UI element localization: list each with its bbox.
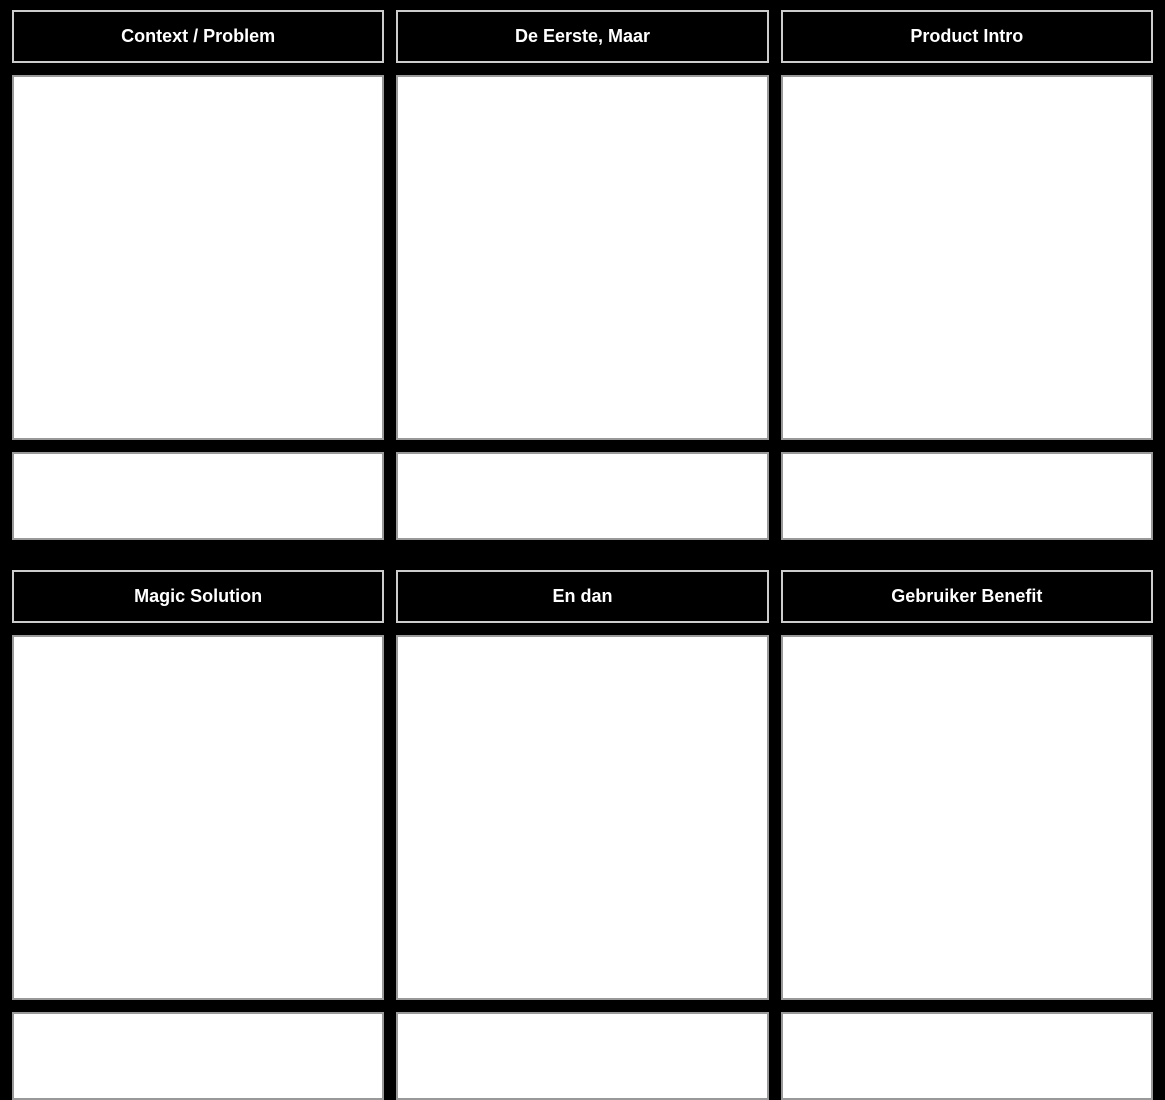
storyboard-cell-2-3: Gebruiker Benefit xyxy=(781,570,1153,1100)
cell-title: Product Intro xyxy=(781,10,1153,63)
cell-caption-placeholder xyxy=(396,452,768,540)
cell-image-placeholder xyxy=(12,75,384,440)
cell-image-placeholder xyxy=(781,635,1153,1000)
cell-title: De Eerste, Maar xyxy=(396,10,768,63)
cell-image-placeholder xyxy=(12,635,384,1000)
cell-title: Context / Problem xyxy=(12,10,384,63)
storyboard-cell-1-3: Product Intro xyxy=(781,10,1153,540)
cell-title: Magic Solution xyxy=(12,570,384,623)
storyboard-grid: Context / Problem De Eerste, Maar Produc… xyxy=(12,10,1153,1100)
cell-image-placeholder xyxy=(396,75,768,440)
cell-title: En dan xyxy=(396,570,768,623)
storyboard-cell-1-2: De Eerste, Maar xyxy=(396,10,768,540)
cell-caption-placeholder xyxy=(781,452,1153,540)
cell-image-placeholder xyxy=(396,635,768,1000)
cell-title: Gebruiker Benefit xyxy=(781,570,1153,623)
storyboard-cell-1-1: Context / Problem xyxy=(12,10,384,540)
cell-caption-placeholder xyxy=(12,452,384,540)
storyboard-cell-2-2: En dan xyxy=(396,570,768,1100)
cell-image-placeholder xyxy=(781,75,1153,440)
storyboard-row-1: Context / Problem De Eerste, Maar Produc… xyxy=(12,10,1153,540)
storyboard-row-2: Magic Solution En dan Gebruiker Benefit xyxy=(12,570,1153,1100)
storyboard-cell-2-1: Magic Solution xyxy=(12,570,384,1100)
